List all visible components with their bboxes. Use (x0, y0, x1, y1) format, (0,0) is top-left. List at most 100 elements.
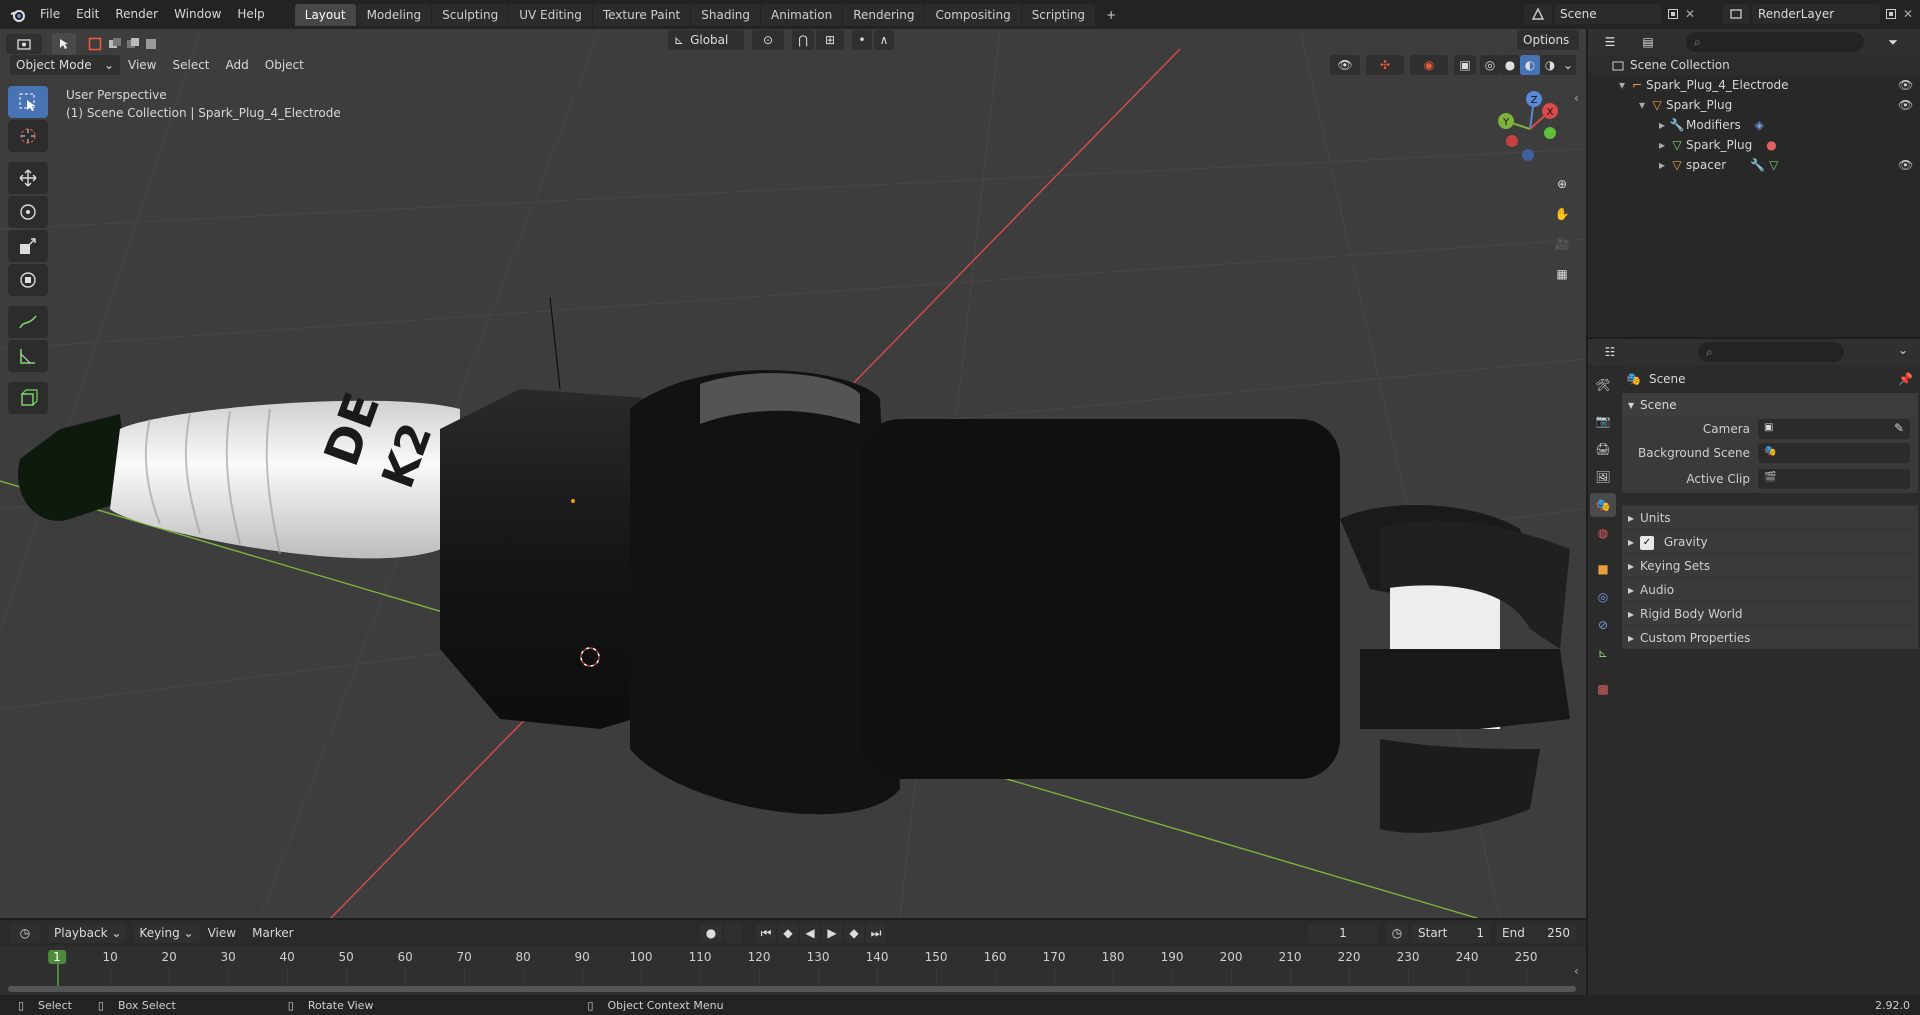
visibility-icon[interactable]: 👁 (1330, 55, 1360, 75)
properties-search-input[interactable]: ⌕ (1698, 342, 1844, 362)
visibility-eye-icon[interactable]: 👁 (1898, 155, 1913, 175)
menu-window[interactable]: Window (166, 0, 229, 29)
tab-modeling[interactable]: Modeling (356, 3, 432, 26)
tool-transform[interactable] (8, 264, 48, 296)
record-icon[interactable]: ● (700, 923, 722, 943)
tool-add-cube[interactable] (8, 382, 48, 414)
sidebar-toggle-icon[interactable]: ‹ (1574, 91, 1579, 105)
play-icon[interactable]: ▶ (822, 923, 842, 943)
menu-view[interactable]: View (120, 55, 164, 75)
orientation-dropdown[interactable]: ⊾ Global (668, 30, 744, 50)
select-invert-icon[interactable] (142, 33, 160, 55)
expand-arrow-icon[interactable]: ▾ (1616, 75, 1628, 95)
panel-custom-properties[interactable]: ▸ Custom Properties (1622, 625, 1918, 649)
shading-options-icon[interactable]: ⌄ (1560, 55, 1576, 75)
tool-cursor[interactable] (8, 120, 48, 152)
menu-file[interactable]: File (32, 0, 68, 29)
tab-scripting[interactable]: Scripting (1021, 3, 1096, 26)
select-subtract-icon[interactable] (124, 33, 142, 55)
menu-object[interactable]: Object (257, 55, 312, 75)
pin-icon[interactable]: 📌 (1898, 372, 1913, 386)
tab-rendering[interactable]: Rendering (843, 3, 925, 26)
gizmo-toggle-icon[interactable]: ✣ (1366, 55, 1404, 75)
ortho-grid-icon[interactable]: ▦ (1548, 260, 1576, 288)
object-data-tab-icon[interactable]: ⊾ (1590, 641, 1616, 665)
outliner-editor-type-icon[interactable]: ☰ (1594, 32, 1626, 52)
timeline-marker-menu[interactable]: Marker (244, 919, 301, 948)
object-tab-icon[interactable]: ■ (1590, 557, 1616, 581)
expand-arrow-icon[interactable]: ▸ (1656, 115, 1668, 135)
shading-wireframe-icon[interactable]: ◎ (1480, 55, 1500, 75)
pan-hand-icon[interactable]: ✋ (1548, 200, 1576, 228)
viewport-scene[interactable]: DE K2 (0, 29, 1586, 918)
timeline-sidebar-icon[interactable]: ‹ (1574, 964, 1579, 978)
shading-rendered-icon[interactable]: ◑ (1540, 55, 1560, 75)
timeline-scrollbar[interactable] (8, 986, 1576, 992)
panel-units[interactable]: ▸ Units (1622, 505, 1918, 529)
tool-select-box[interactable] (8, 86, 48, 118)
overlay-toggle-icon[interactable]: ◉ (1410, 55, 1448, 75)
tab-layout[interactable]: Layout (294, 3, 356, 26)
close-scene-icon[interactable]: ✕ (1682, 7, 1698, 21)
timeline-editor-type-icon[interactable]: ◷ (10, 923, 40, 943)
shading-solid-icon[interactable]: ● (1500, 55, 1520, 75)
mode-dropdown[interactable]: Object Mode ⌄ (10, 55, 120, 75)
jump-end-icon[interactable]: ⏭ (866, 923, 886, 943)
next-keyframe-icon[interactable]: ◆ (844, 923, 864, 943)
panel-rigid-body-world[interactable]: ▸ Rigid Body World (1622, 601, 1918, 625)
pivot-point-icon[interactable]: ⊙ (752, 30, 784, 50)
xray-icon[interactable]: ▣ (1454, 55, 1476, 75)
texture-tab-icon[interactable]: ▩ (1590, 677, 1616, 701)
visibility-eye-icon[interactable]: 👁 (1898, 75, 1913, 95)
visibility-eye-icon[interactable]: 👁 (1898, 95, 1913, 115)
menu-render[interactable]: Render (107, 0, 166, 29)
playback-menu[interactable]: Playback ⌄ (48, 923, 128, 943)
jump-start-icon[interactable]: ⏮ (756, 923, 776, 943)
timeline-view-menu[interactable]: View (200, 919, 244, 948)
view-layer-icon[interactable] (1722, 4, 1750, 24)
preview-range-icon[interactable]: ◷ (1386, 923, 1408, 943)
snap-target-icon[interactable]: ⊞ (816, 30, 844, 50)
outliner-row-root[interactable]: Scene Collection (1588, 55, 1920, 75)
end-frame-field[interactable]: End 250 (1496, 923, 1576, 943)
expand-arrow-icon[interactable]: ▸ (1656, 155, 1668, 175)
menu-help[interactable]: Help (229, 0, 272, 29)
props-editor-type-icon[interactable]: ☷ (1594, 342, 1626, 362)
tab-sculpting[interactable]: Sculpting (432, 3, 509, 26)
eyedropper-icon[interactable]: ✎ (1894, 421, 1904, 435)
select-extend-icon[interactable] (106, 33, 124, 55)
tool-move[interactable] (8, 162, 48, 194)
panel-gravity[interactable]: ▸ ✓ Gravity (1622, 529, 1918, 553)
editor-type-icon[interactable] (6, 34, 42, 54)
camera-view-icon[interactable]: 🎥 (1548, 230, 1576, 258)
scene-tab-icon[interactable]: 🎭 (1590, 493, 1616, 517)
scene-name-field[interactable]: Scene (1554, 4, 1662, 24)
physics-tab-icon[interactable]: ◎ (1590, 585, 1616, 609)
menu-select[interactable]: Select (164, 55, 217, 75)
shading-material-icon[interactable]: ◐ (1520, 55, 1540, 75)
current-frame-indicator[interactable]: 1 (48, 950, 66, 964)
props-options-icon[interactable]: ⌄ (1898, 343, 1908, 357)
render-tab-icon[interactable]: 📷 (1590, 409, 1616, 433)
tool-rotate[interactable] (8, 196, 48, 228)
3d-viewport[interactable]: DE K2 Object Mode ⌄ View Select Add Obje… (0, 29, 1586, 918)
select-mode-icon[interactable] (52, 33, 76, 55)
snap-icon[interactable]: ⋂ (792, 30, 814, 50)
outliner-search-input[interactable]: ⌕ (1686, 32, 1864, 52)
filter-icon[interactable]: ⏷ (1878, 32, 1908, 52)
start-frame-field[interactable]: Start 1 (1412, 923, 1490, 943)
new-view-layer-icon[interactable] (1882, 8, 1900, 20)
gravity-checkbox[interactable]: ✓ (1640, 535, 1654, 550)
tool-tab-icon[interactable]: 🛠 (1590, 373, 1616, 397)
tab-compositing[interactable]: Compositing (925, 3, 1021, 26)
background-scene-field[interactable]: 🎭 (1758, 443, 1910, 463)
view-layer-field[interactable]: RenderLayer (1752, 4, 1880, 24)
expand-arrow-icon[interactable]: ▾ (1636, 95, 1648, 115)
falloff-icon[interactable]: ∧ (874, 30, 894, 50)
panel-audio[interactable]: ▸ Audio (1622, 577, 1918, 601)
tab-animation[interactable]: Animation (761, 3, 843, 26)
select-new-icon[interactable] (84, 33, 106, 55)
panel-keying-sets[interactable]: ▸ Keying Sets (1622, 553, 1918, 577)
panel-scene-header[interactable]: ▾ Scene (1622, 393, 1918, 417)
menu-add[interactable]: Add (218, 55, 257, 75)
